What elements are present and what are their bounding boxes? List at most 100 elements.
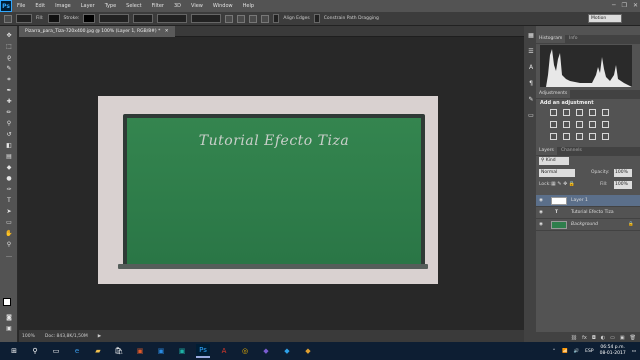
gradient-tool-icon[interactable]: ▤ — [4, 153, 14, 161]
layer-row-background[interactable]: ◉ Background 🔒 — [536, 219, 640, 231]
rectangle-tool-icon[interactable]: ▭ — [4, 219, 14, 227]
search-icon[interactable]: ⚲ — [28, 344, 42, 358]
menu-window[interactable]: Window — [208, 0, 238, 12]
curves-icon[interactable] — [576, 109, 583, 116]
visibility-eye-icon[interactable]: ◉ — [539, 219, 543, 231]
menu-file[interactable]: File — [12, 0, 30, 12]
type-tool-icon[interactable]: T — [4, 197, 14, 205]
screen-mode-icon[interactable]: ▣ — [4, 325, 14, 333]
path-operations-icon[interactable] — [225, 14, 234, 23]
volume-icon[interactable]: 🔊 — [574, 349, 580, 354]
new-adjustment-icon[interactable]: ◐ — [601, 335, 605, 341]
color-balance-icon[interactable] — [563, 121, 570, 128]
new-group-icon[interactable]: ▭ — [610, 335, 615, 341]
tab-adjustments[interactable]: Adjustments — [536, 90, 571, 98]
paragraph-panel-icon[interactable]: ¶ — [526, 80, 536, 88]
visibility-eye-icon[interactable]: ◉ — [539, 207, 543, 219]
path-alignment-icon[interactable] — [237, 14, 246, 23]
foreground-color-swatch[interactable] — [3, 298, 11, 306]
layer-filter-kind-dropdown[interactable]: ⚲ Kind — [539, 157, 569, 165]
lasso-tool-icon[interactable]: ϱ — [4, 54, 14, 62]
history-brush-tool-icon[interactable]: ↺ — [4, 131, 14, 139]
hue-saturation-icon[interactable] — [550, 121, 557, 128]
tray-overflow-icon[interactable]: ⌃ — [552, 349, 556, 354]
exposure-icon[interactable] — [589, 109, 596, 116]
acrobat-icon[interactable]: A — [217, 344, 231, 358]
history-panel-icon[interactable]: ▦ — [526, 32, 536, 40]
path-selection-tool-icon[interactable]: ➤ — [4, 208, 14, 216]
levels-icon[interactable] — [563, 109, 570, 116]
mode-dropdown[interactable] — [16, 14, 32, 23]
timeline-panel-icon[interactable]: ▭ — [526, 112, 536, 120]
menu-image[interactable]: Image — [50, 0, 76, 12]
menu-edit[interactable]: Edit — [30, 0, 50, 12]
hand-tool-icon[interactable]: ✋ — [4, 230, 14, 238]
move-tool-icon[interactable]: ✥ — [4, 32, 14, 40]
path-arrangement-icon[interactable] — [249, 14, 258, 23]
language-indicator[interactable]: ESP — [585, 349, 593, 354]
app-icon[interactable]: ◆ — [301, 344, 315, 358]
layer-row-text[interactable]: ◉ T Tutorial Efecto Tiza — [536, 207, 640, 219]
posterize-icon[interactable] — [563, 133, 570, 140]
marquee-tool-icon[interactable]: ⬚ — [4, 43, 14, 51]
app-icon[interactable]: ◆ — [259, 344, 273, 358]
black-white-icon[interactable] — [576, 121, 583, 128]
close-document-icon[interactable]: ✕ — [165, 29, 169, 34]
task-view-icon[interactable]: ▭ — [49, 344, 63, 358]
healing-brush-tool-icon[interactable]: ✚ — [4, 98, 14, 106]
lock-icons[interactable]: ▦ ✎ ✥ 🔒 — [551, 181, 575, 187]
visibility-eye-icon[interactable]: ◉ — [539, 195, 543, 207]
app-icon[interactable]: ◆ — [280, 344, 294, 358]
selective-color-icon[interactable] — [602, 133, 609, 140]
stroke-type-dropdown[interactable] — [133, 14, 154, 23]
zoom-tool-icon[interactable]: ⚲ — [4, 241, 14, 249]
stroke-width-field[interactable] — [99, 14, 130, 23]
height-field[interactable] — [191, 14, 222, 23]
notifications-icon[interactable]: ▭ — [632, 349, 636, 354]
tab-info[interactable]: Info — [566, 35, 581, 43]
tab-channels[interactable]: Channels — [558, 147, 585, 155]
menu-layer[interactable]: Layer — [76, 0, 100, 12]
brush-panel-icon[interactable]: ✎ — [526, 96, 536, 104]
menu-type[interactable]: Type — [100, 0, 121, 12]
workspace-dropdown[interactable]: Motion — [588, 14, 622, 23]
brush-tool-icon[interactable]: ✏ — [4, 109, 14, 117]
blend-mode-dropdown[interactable]: Normal — [539, 169, 575, 177]
photoshop-taskbar-icon[interactable]: Ps — [196, 344, 210, 358]
width-field[interactable] — [157, 14, 188, 23]
invert-icon[interactable] — [550, 133, 557, 140]
eyedropper-tool-icon[interactable]: ✒ — [4, 87, 14, 95]
status-arrow-icon[interactable]: ▶ — [98, 334, 101, 339]
gradient-map-icon[interactable] — [589, 133, 596, 140]
file-explorer-icon[interactable]: ▰ — [91, 344, 105, 358]
close-window-button[interactable]: ✕ — [633, 0, 638, 12]
menu-help[interactable]: Help — [238, 0, 259, 12]
start-icon[interactable]: ⊞ — [7, 344, 21, 358]
fill-swatch[interactable] — [47, 14, 60, 23]
delete-layer-icon[interactable]: 🗑 — [630, 335, 636, 341]
document-tab[interactable]: Pizarra_para_Tiza-720x400.jpg @ 100% (La… — [19, 26, 175, 37]
add-mask-icon[interactable]: ◘ — [592, 335, 596, 341]
quick-selection-tool-icon[interactable]: ✎ — [4, 65, 14, 73]
photo-filter-icon[interactable] — [589, 121, 596, 128]
menu-3d[interactable]: 3D — [169, 0, 186, 12]
opacity-field[interactable]: 100% — [614, 169, 632, 177]
stroke-swatch[interactable] — [83, 14, 96, 23]
tab-histogram[interactable]: Histogram — [536, 35, 566, 43]
crop-tool-icon[interactable]: ⌗ — [4, 76, 14, 84]
chrome-icon[interactable]: ◎ — [238, 344, 252, 358]
quick-mask-icon[interactable]: ◙ — [4, 314, 14, 322]
fill-field[interactable]: 100% — [614, 181, 632, 189]
layer-style-icon[interactable]: fx — [582, 335, 587, 341]
maximize-button[interactable]: ❐ — [622, 0, 627, 12]
app-icon[interactable]: ▣ — [154, 344, 168, 358]
edge-icon[interactable]: e — [70, 344, 84, 358]
edit-toolbar-icon[interactable]: … — [4, 252, 14, 260]
store-icon[interactable]: 🛍 — [112, 344, 126, 358]
blur-tool-icon[interactable]: ◆ — [4, 164, 14, 172]
character-panel-icon[interactable]: A — [526, 64, 536, 72]
tab-layers[interactable]: Layers — [536, 147, 557, 155]
properties-panel-icon[interactable]: ☰ — [526, 48, 536, 56]
zoom-level[interactable]: 100% — [22, 334, 35, 339]
dodge-tool-icon[interactable]: ● — [4, 175, 14, 183]
